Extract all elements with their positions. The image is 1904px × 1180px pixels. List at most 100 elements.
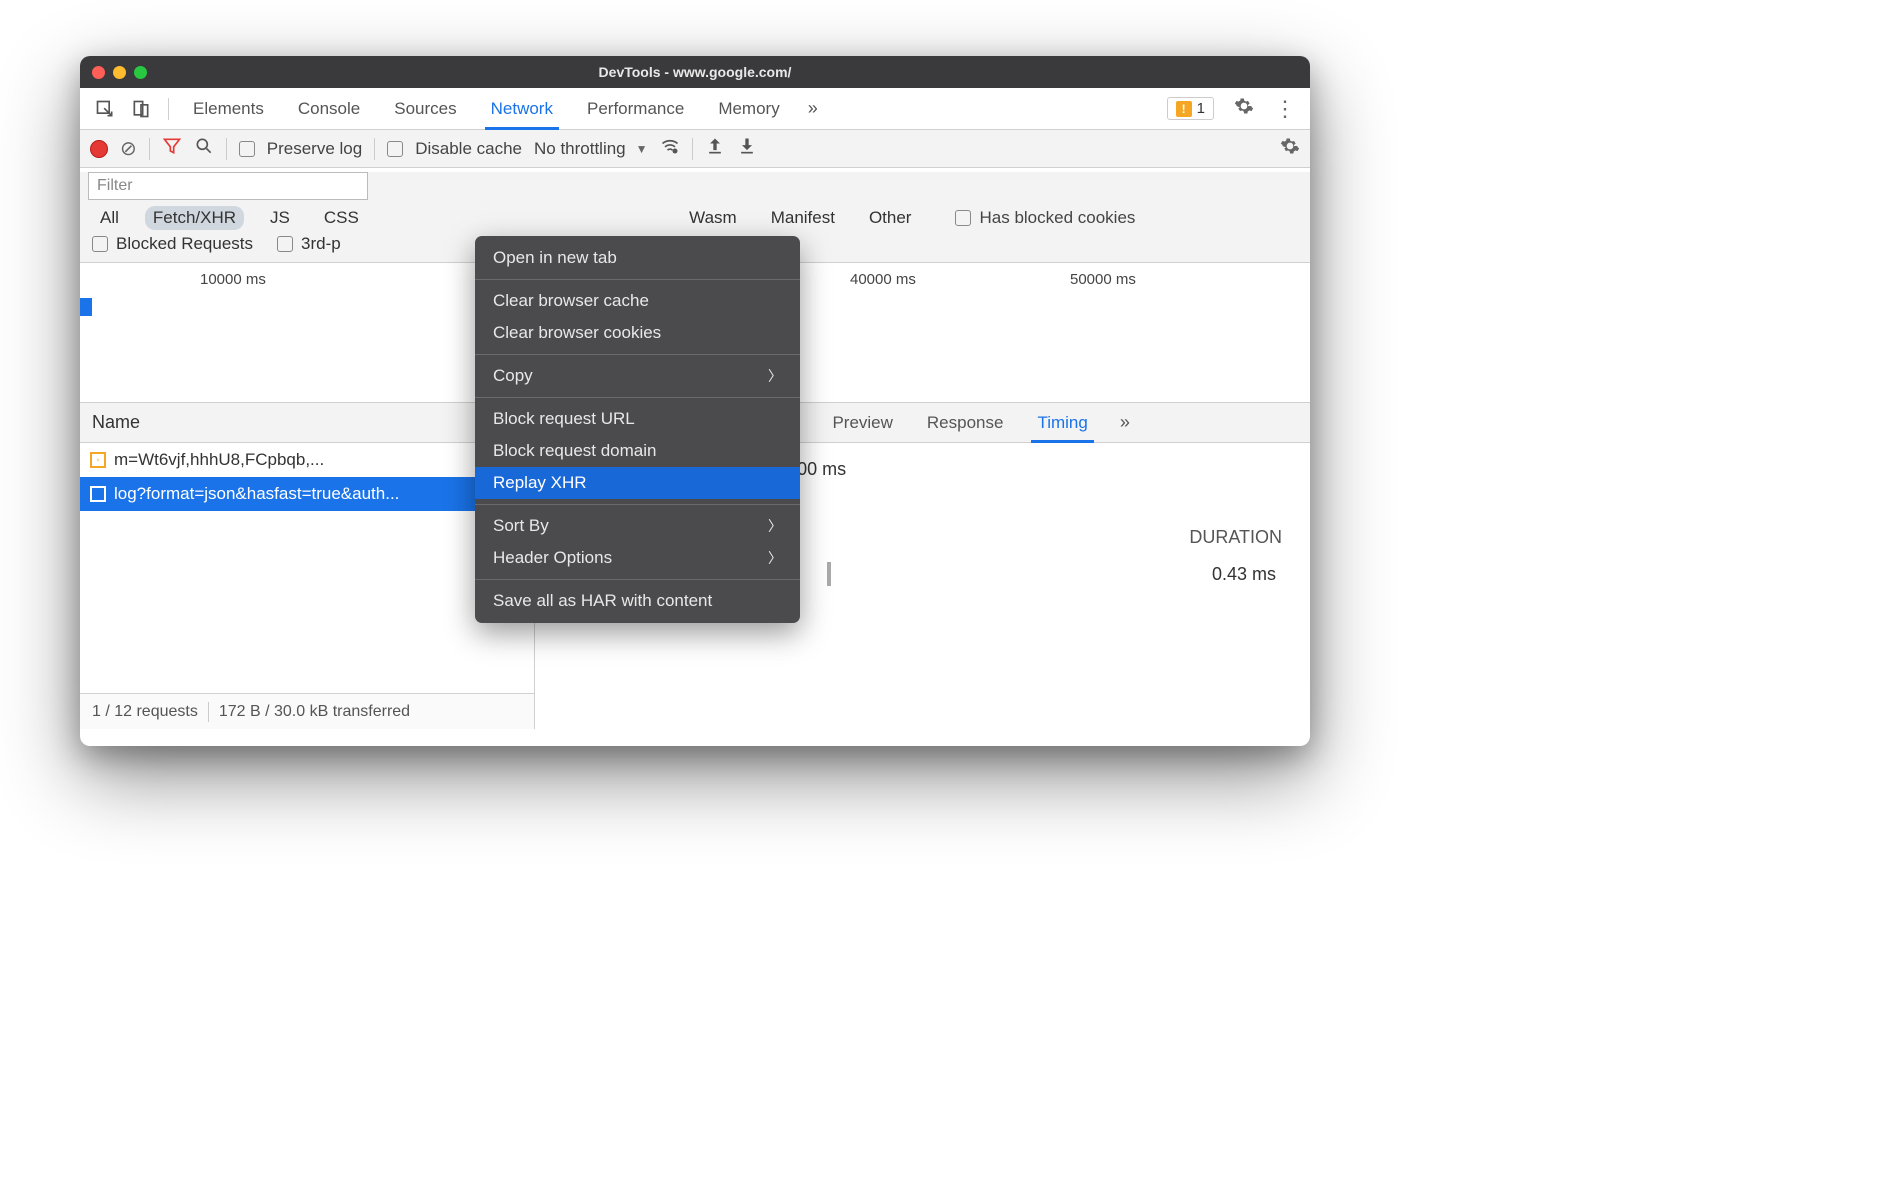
type-wasm[interactable]: Wasm [681,206,745,230]
filter-input[interactable]: Filter [88,172,368,200]
ctx-replay-xhr[interactable]: Replay XHR [475,467,800,499]
network-toolbar: ⊘ Preserve log Disable cache No throttli… [80,130,1310,168]
detail-tab-preview[interactable]: Preview [830,405,894,441]
divider [149,138,150,160]
filter-placeholder: Filter [97,177,133,195]
xhr-file-icon [90,486,106,502]
ctx-block-domain[interactable]: Block request domain [475,435,800,467]
throttling-label: No throttling [534,139,626,159]
more-tabs-icon[interactable]: » [1120,412,1130,433]
titlebar: DevTools - www.google.com/ [80,56,1310,88]
tab-network[interactable]: Network [489,91,555,127]
issues-count: 1 [1197,100,1205,117]
detail-tab-timing[interactable]: Timing [1035,405,1089,441]
type-fetch-xhr[interactable]: Fetch/XHR [145,206,244,230]
type-manifest[interactable]: Manifest [763,206,843,230]
request-row[interactable]: log?format=json&hasfast=true&auth... [80,477,534,511]
tab-elements[interactable]: Elements [191,91,266,127]
throttling-select[interactable]: No throttling ▼ [534,139,648,159]
tab-sources[interactable]: Sources [392,91,458,127]
has-blocked-cookies-checkbox[interactable] [955,210,971,226]
request-count: 1 / 12 requests [92,703,198,721]
filter-toggle-icon[interactable] [162,136,182,161]
maximize-window-button[interactable] [134,66,147,79]
download-har-icon[interactable] [737,136,757,162]
window-controls [92,66,147,79]
ctx-open-new-tab[interactable]: Open in new tab [475,242,800,274]
upload-har-icon[interactable] [705,136,725,162]
queueing-value: 0.43 ms [1212,564,1276,585]
timeline-tick: 10000 ms [200,271,266,288]
network-conditions-icon[interactable] [660,136,680,161]
kebab-menu-icon[interactable]: ⋮ [1274,96,1296,122]
divider [374,138,375,160]
more-tabs-icon[interactable]: » [808,98,818,119]
preserve-log-label: Preserve log [267,139,362,159]
ctx-save-har[interactable]: Save all as HAR with content [475,585,800,617]
tab-performance[interactable]: Performance [585,91,686,127]
warning-icon: ! [1176,101,1192,117]
divider [692,138,693,160]
blocked-requests-label: Blocked Requests [116,234,253,254]
disable-cache-checkbox[interactable] [387,141,403,157]
divider [475,279,800,280]
requests-pane: Name ◦ m=Wt6vjf,hhhU8,FCpbqb,... log?for… [80,403,535,729]
search-icon[interactable] [194,136,214,161]
divider [475,354,800,355]
panel-tabs-row: Elements Console Sources Network Perform… [80,88,1310,130]
network-settings-icon[interactable] [1280,136,1300,162]
submenu-arrow-icon: 〉 [768,548,782,568]
devtools-window: DevTools - www.google.com/ Elements Cons… [80,56,1310,746]
duration-label: DURATION [1189,527,1282,548]
name-column-header[interactable]: Name [80,403,534,443]
type-css[interactable]: CSS [316,206,367,230]
ctx-sort-by[interactable]: Sort By〉 [475,510,800,542]
close-window-button[interactable] [92,66,105,79]
minimize-window-button[interactable] [113,66,126,79]
window-title: DevTools - www.google.com/ [80,64,1310,80]
tab-memory[interactable]: Memory [716,91,781,127]
ctx-copy[interactable]: Copy〉 [475,360,800,392]
submenu-arrow-icon: 〉 [768,366,782,386]
requests-footer: 1 / 12 requests 172 B / 30.0 kB transfer… [80,693,534,729]
issues-badge[interactable]: ! 1 [1167,97,1214,120]
third-party-checkbox[interactable] [277,236,293,252]
type-all[interactable]: All [92,206,127,230]
script-file-icon: ◦ [90,452,106,468]
request-name: log?format=json&hasfast=true&auth... [114,484,399,504]
ctx-block-url[interactable]: Block request URL [475,403,800,435]
settings-icon[interactable] [1234,96,1254,122]
request-row[interactable]: ◦ m=Wt6vjf,hhhU8,FCpbqb,... [80,443,534,477]
divider [168,98,169,120]
transfer-size: 172 B / 30.0 kB transferred [219,703,410,721]
has-blocked-cookies-label: Has blocked cookies [979,208,1135,228]
device-toolbar-icon[interactable] [126,94,156,124]
divider [475,504,800,505]
clear-button[interactable]: ⊘ [120,136,137,161]
resource-type-filters: All Fetch/XHR JS CSS Img Media Font Doc … [80,200,1310,234]
context-menu: Open in new tab Clear browser cache Clea… [475,236,800,623]
type-js[interactable]: JS [262,206,298,230]
record-button[interactable] [90,140,108,158]
divider [226,138,227,160]
disable-cache-label: Disable cache [415,139,522,159]
chevron-down-icon: ▼ [636,142,648,156]
inspect-element-icon[interactable] [90,94,120,124]
blocked-requests-checkbox[interactable] [92,236,108,252]
tab-console[interactable]: Console [296,91,362,127]
divider [475,397,800,398]
ctx-header-options[interactable]: Header Options〉 [475,542,800,574]
third-party-label: 3rd-party requests [301,234,341,254]
submenu-arrow-icon: 〉 [768,516,782,536]
request-name: m=Wt6vjf,hhhU8,FCpbqb,... [114,450,324,470]
divider [475,579,800,580]
ctx-clear-cookies[interactable]: Clear browser cookies [475,317,800,349]
queueing-bar [827,562,831,586]
detail-tab-response[interactable]: Response [925,405,1006,441]
timeline-marker [80,298,92,316]
timeline-tick: 50000 ms [1070,271,1136,288]
preserve-log-checkbox[interactable] [239,141,255,157]
ctx-clear-cache[interactable]: Clear browser cache [475,285,800,317]
timeline-tick: 40000 ms [850,271,916,288]
type-other[interactable]: Other [861,206,920,230]
